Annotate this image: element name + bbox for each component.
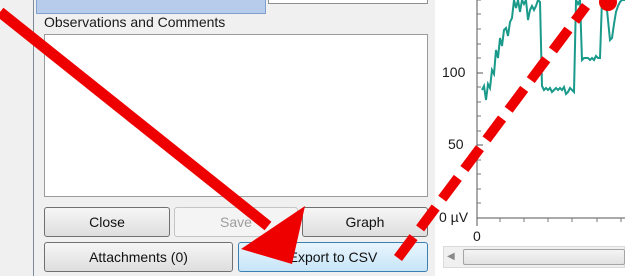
- save-button[interactable]: Save: [174, 207, 298, 237]
- selected-row[interactable]: [36, 0, 266, 14]
- text-field[interactable]: [268, 0, 428, 4]
- scrollbar-thumb[interactable]: [463, 249, 625, 265]
- scroll-left-icon[interactable]: ◀: [447, 251, 455, 262]
- y-tick-50: 50: [448, 136, 464, 152]
- y-tick-100: 100: [442, 64, 466, 80]
- close-button[interactable]: Close: [44, 207, 170, 237]
- panel-divider: [33, 0, 34, 276]
- x-tick-0: 0: [473, 228, 481, 244]
- graph-button[interactable]: Graph: [302, 207, 428, 237]
- observations-textarea[interactable]: [44, 34, 428, 197]
- observations-label: Observations and Comments: [44, 14, 226, 30]
- y-tick-0: 0 µV: [439, 209, 469, 225]
- export-csv-button[interactable]: Export to CSV: [238, 242, 428, 272]
- attachments-button[interactable]: Attachments (0): [44, 242, 233, 272]
